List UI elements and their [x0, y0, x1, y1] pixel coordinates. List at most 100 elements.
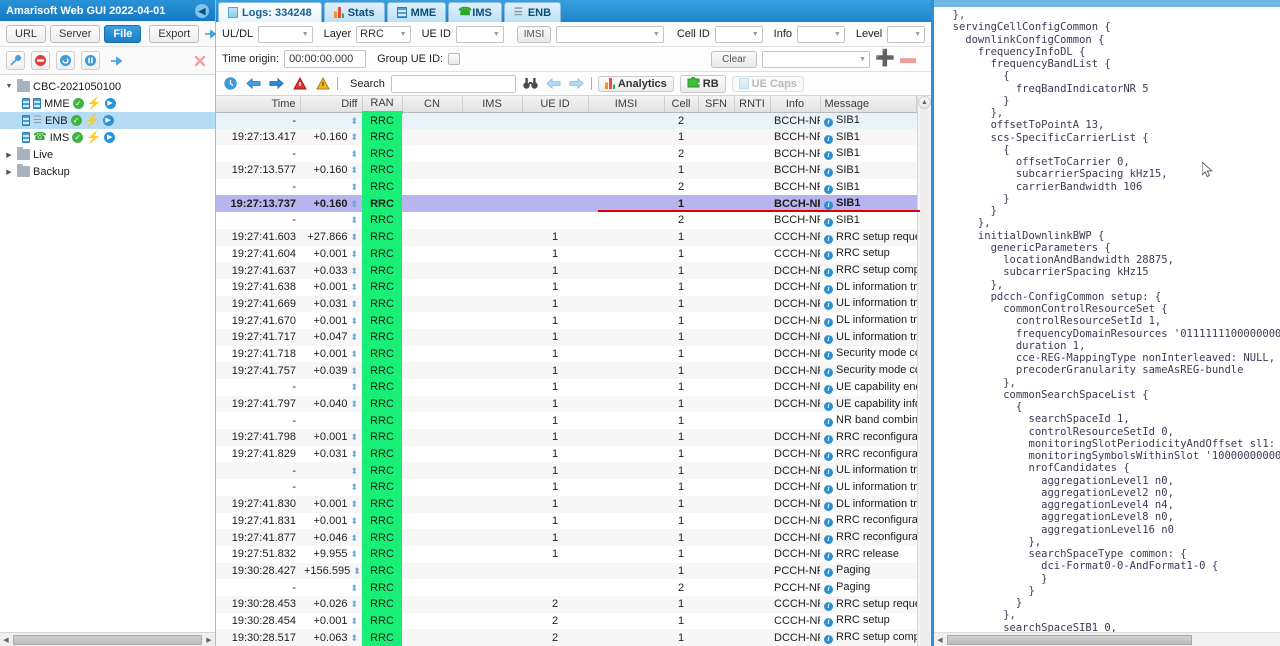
pause-icon[interactable] [81, 51, 100, 70]
cell-id-select[interactable]: ▼ [714, 25, 763, 43]
warning-icon[interactable] [314, 75, 331, 92]
stop-icon[interactable] [31, 51, 50, 70]
table-row[interactable]: 19:27:41.669+0.031⬍RRC11DCCH-NRiUL infor… [216, 295, 917, 313]
ul-dl-select[interactable]: ▼ [258, 25, 313, 43]
chevron-down-icon[interactable]: ▼ [4, 83, 14, 90]
table-row[interactable]: - ⬍ RRC 2 BCCH-NR i SIB1 [216, 178, 917, 196]
play-icon[interactable]: ▶ [102, 115, 114, 126]
col-imsi[interactable]: IMSI [588, 96, 665, 113]
rb-button[interactable]: RB [679, 74, 726, 93]
plug-icon[interactable] [203, 24, 217, 43]
tree-item-live[interactable]: ▶ Live [0, 146, 215, 163]
table-row[interactable]: -⬍RRC11DCCH-NRiUL information transfer [216, 479, 917, 496]
col-info[interactable]: Info [770, 96, 821, 113]
tree-item-mme[interactable]: MME ✓ ⚡ ▶ [0, 95, 215, 112]
search-prev-icon[interactable] [545, 75, 562, 92]
preset-select[interactable]: ▼ [762, 50, 871, 68]
level-select[interactable]: ▼ [887, 25, 925, 43]
tab-logs[interactable]: Logs: 334248 [218, 2, 322, 22]
col-time[interactable]: Time [216, 96, 301, 113]
refresh-icon[interactable] [56, 51, 75, 70]
table-row[interactable]: - ⬍ RRC 2 BCCH-NR i SIB1 [216, 145, 917, 163]
info-select[interactable]: ▼ [797, 25, 845, 43]
minus-icon[interactable]: ▬ [900, 51, 916, 67]
imsi-select[interactable]: ▼ [556, 25, 664, 43]
table-row[interactable]: 19:27:41.717+0.047⬍RRC11DCCH-NRiUL infor… [216, 328, 917, 346]
chevron-right-icon[interactable]: ▶ [4, 168, 14, 176]
lightning-icon[interactable]: ⚡ [86, 131, 101, 143]
col-message[interactable]: Message [820, 96, 917, 113]
table-row[interactable]: -⬍RRC11DCCH-NRiUL information transfer [216, 462, 917, 480]
scroll-up-icon[interactable]: ▲ [918, 96, 931, 109]
tree-item-backup[interactable]: ▶ Backup [0, 163, 215, 180]
table-row[interactable]: 19:27:41.757+0.039⬍RRC11DCCH-NRiSecurity… [216, 362, 917, 379]
chevron-right-icon[interactable]: ▶ [4, 151, 14, 159]
table-row[interactable]: 19:30:28.454+0.001⬍RRC21CCCH-NRiRRC setu… [216, 612, 917, 630]
sidebar-horizontal-scrollbar[interactable]: ◀ ▶ [0, 632, 215, 646]
layer-select[interactable]: RRC ▼ [356, 25, 411, 43]
table-row[interactable]: 19:27:41.718+0.001⬍RRC11DCCH-NRiSecurity… [216, 345, 917, 363]
log-vertical-scrollbar[interactable]: ▲ [917, 96, 931, 646]
col-cell[interactable]: Cell [664, 96, 699, 113]
table-row[interactable]: - ⬍ RRC 2 BCCH-NR i SIB1 [216, 112, 917, 129]
log-table-scroll[interactable]: Time Diff RAN CN IMS UE ID IMSI Cell SFN… [216, 96, 917, 646]
export-button[interactable]: Export [149, 24, 200, 43]
tree-item-cbc[interactable]: ▼ CBC-2021050100 [0, 78, 215, 95]
scrollbar-thumb[interactable] [13, 634, 202, 645]
scrollbar-thumb[interactable] [947, 634, 1192, 645]
table-row[interactable]: 19:27:41.829+0.031⬍RRC11DCCH-NRiRRC reco… [216, 445, 917, 463]
col-ims[interactable]: IMS [462, 96, 523, 113]
table-row[interactable]: - ⬍ RRC 2 PCCH-NR i Paging [216, 579, 917, 596]
table-row[interactable]: 19:27:41.877+0.046⬍RRC11DCCH-NRiRRC reco… [216, 529, 917, 546]
col-rnti[interactable]: RNTI [734, 96, 771, 113]
table-row[interactable]: 19:27:41.670+0.001⬍RRC11DCCH-NRiDL infor… [216, 312, 917, 329]
scrollbar-track[interactable] [919, 109, 930, 646]
tab-mme[interactable]: MME [386, 2, 447, 22]
wrench-icon[interactable] [6, 51, 25, 70]
table-row[interactable]: - ⬍ RRC 2 BCCH-NR i SIB1 [216, 212, 917, 229]
table-row[interactable]: 19:27:13.577 +0.160 ⬍ RRC 1 BCCH-NR i SIB1 [216, 162, 917, 179]
table-row[interactable]: 19:27:41.603+27.866⬍RRC11CCCH-NRiRRC set… [216, 228, 917, 246]
scroll-left-icon[interactable]: ◀ [0, 636, 12, 644]
col-ue-id[interactable]: UE ID [522, 96, 589, 113]
imsi-button[interactable]: IMSI [516, 25, 552, 43]
source-button-url[interactable]: URL [6, 24, 47, 43]
arrow-left-icon[interactable] [245, 75, 262, 92]
table-row[interactable]: 19:30:28.517+0.063⬍RRC21DCCH-NRiRRC setu… [216, 629, 917, 646]
tab-enb[interactable]: ☰ ENB [503, 2, 562, 22]
tab-stats[interactable]: Stats [323, 2, 385, 22]
play-icon[interactable]: ▶ [104, 132, 116, 143]
table-row[interactable]: -⬍RRC11DCCH-NRiUE capability enquiry [216, 379, 917, 396]
clock-icon[interactable] [222, 75, 239, 92]
table-row[interactable]: 19:27:41.797+0.040⬍RRC11DCCH-NRiUE capab… [216, 395, 917, 413]
table-row[interactable]: - RRC 1 1 iNR band combinations [216, 412, 917, 430]
play-icon[interactable]: ▶ [104, 98, 116, 109]
col-ran[interactable]: RAN [362, 96, 403, 114]
source-button-file[interactable]: File [104, 24, 142, 43]
plug-connect-icon[interactable] [106, 51, 125, 70]
search-input[interactable] [390, 74, 516, 93]
plus-icon[interactable]: ➕ [875, 51, 895, 67]
ue-caps-button[interactable]: UE Caps [731, 75, 804, 92]
binoculars-icon[interactable] [522, 75, 539, 92]
search-next-icon[interactable] [568, 75, 585, 92]
detail-horizontal-scrollbar[interactable]: ◀ ▶ [934, 632, 1280, 646]
table-row[interactable]: 19:30:28.453+0.026⬍RRC21CCCH-NRiRRC setu… [216, 595, 917, 613]
col-cn[interactable]: CN [402, 96, 463, 113]
table-row[interactable]: 19:27:51.832+9.955⬍RRC11DCCH-NRiRRC rele… [216, 545, 917, 563]
table-row[interactable]: 19:27:41.798+0.001⬍RRC11DCCH-NRiRRC reco… [216, 429, 917, 446]
table-row[interactable]: 19:27:41.604+0.001⬍RRC11CCCH-NRiRRC setu… [216, 245, 917, 263]
error-icon[interactable] [291, 75, 308, 92]
source-button-server[interactable]: Server [50, 24, 101, 43]
col-sfn[interactable]: SFN [698, 96, 735, 113]
ue-id-select[interactable]: ▼ [455, 25, 504, 43]
tree-item-enb[interactable]: ☰ ENB ✓ ⚡ ▶ [0, 112, 215, 129]
lightning-icon[interactable]: ⚡ [87, 97, 102, 109]
table-row[interactable]: 19:27:41.638+0.001⬍RRC11DCCH-NRiDL infor… [216, 278, 917, 296]
clear-button[interactable]: Clear [711, 50, 758, 68]
scroll-left-icon[interactable]: ◀ [934, 636, 946, 644]
table-row[interactable]: 19:30:28.427 +156.595 ⬍ RRC 1 PCCH-NR i Paging [216, 562, 917, 580]
arrow-right-icon[interactable] [268, 75, 285, 92]
lightning-icon[interactable]: ⚡ [85, 114, 100, 126]
table-row[interactable]: 19:27:13.417 +0.160 ⬍ RRC 1 BCCH-NR i SIB1 [216, 128, 917, 146]
